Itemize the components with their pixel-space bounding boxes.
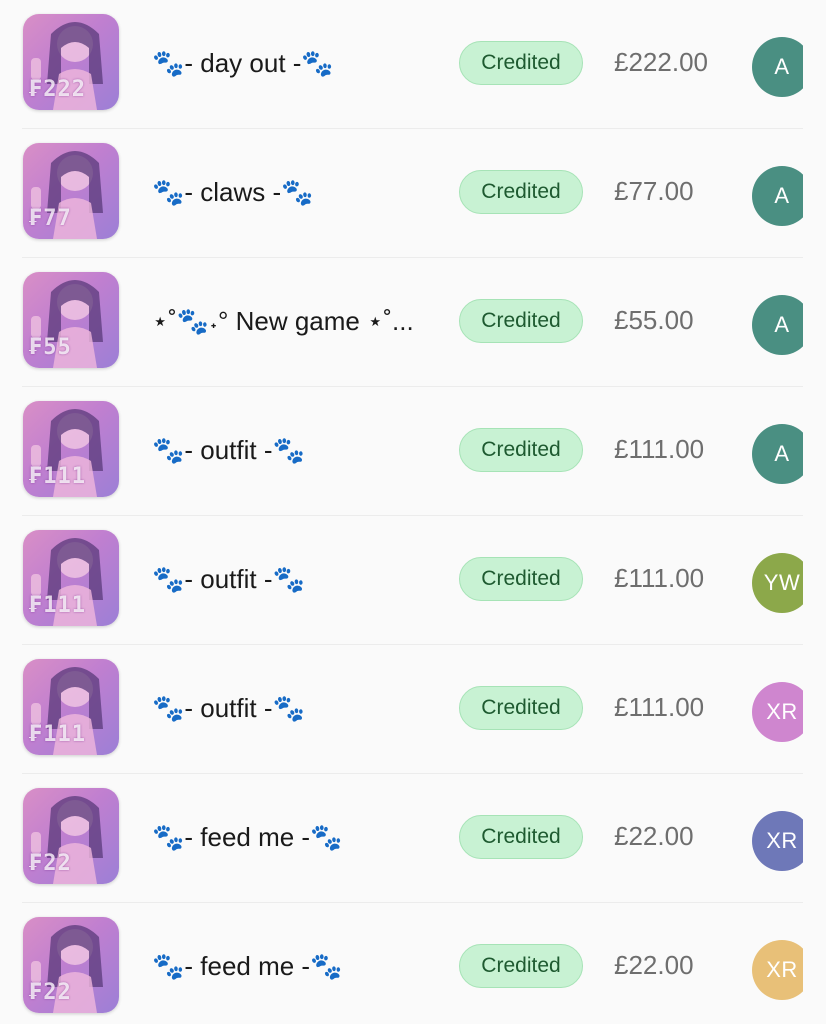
status-badge: Credited — [459, 686, 583, 730]
thumbnail-amount-text: ₣22 — [29, 851, 72, 876]
thumbnail-amount-text: ₣77 — [29, 206, 72, 231]
product-thumbnail: ₣111 — [23, 401, 119, 497]
transaction-row[interactable]: ₣111 🐾- outfit -🐾 Credited £111.00 YW — [0, 516, 803, 645]
product-thumbnail: ₣77 — [23, 143, 119, 239]
transaction-amount: £77.00 — [614, 176, 694, 206]
status-badge: Credited — [459, 170, 583, 214]
status-badge: Credited — [459, 428, 583, 472]
transaction-title: 🐾- outfit -🐾 — [152, 564, 305, 594]
transaction-amount: £111.00 — [614, 692, 705, 722]
product-thumbnail: ₣55 — [23, 272, 119, 368]
status-badge: Credited — [459, 944, 583, 988]
transaction-title: 🐾- feed me -🐾 — [152, 822, 343, 852]
transaction-title: 🐾- outfit -🐾 — [152, 435, 305, 465]
transaction-amount: £22.00 — [614, 950, 694, 980]
transaction-title: 🐾- claws -🐾 — [152, 177, 314, 207]
status-badge: Credited — [459, 41, 583, 85]
transaction-amount: £111.00 — [614, 434, 705, 464]
user-avatar[interactable]: XR — [752, 940, 803, 1000]
user-avatar[interactable]: A — [752, 166, 803, 226]
status-badge: Credited — [459, 557, 583, 601]
transaction-list: ₣222 🐾- day out -🐾 Credited £222.00 A ₣7… — [0, 0, 826, 1024]
transaction-title: ⋆˚🐾˖° New game ⋆˚... — [152, 306, 414, 336]
thumbnail-amount-text: ₣111 — [29, 722, 86, 747]
transaction-amount: £22.00 — [614, 821, 694, 851]
transaction-amount: £222.00 — [614, 47, 708, 77]
thumbnail-amount-text: ₣111 — [29, 593, 86, 618]
user-avatar[interactable]: XR — [752, 682, 803, 742]
transaction-title: 🐾- outfit -🐾 — [152, 693, 305, 723]
transaction-title: 🐾- feed me -🐾 — [152, 951, 343, 981]
transaction-row[interactable]: ₣222 🐾- day out -🐾 Credited £222.00 A — [0, 0, 803, 129]
transaction-row[interactable]: ₣111 🐾- outfit -🐾 Credited £111.00 A — [0, 387, 803, 516]
user-avatar[interactable]: XR — [752, 811, 803, 871]
thumbnail-amount-text: ₣222 — [29, 77, 86, 102]
product-thumbnail: ₣222 — [23, 14, 119, 110]
status-badge: Credited — [459, 299, 583, 343]
thumbnail-amount-text: ₣55 — [29, 335, 72, 360]
transaction-row[interactable]: ₣55 ⋆˚🐾˖° New game ⋆˚... Credited £55.00… — [0, 258, 803, 387]
transaction-list-viewport: ₣222 🐾- day out -🐾 Credited £222.00 A ₣7… — [0, 0, 803, 1024]
transaction-title: 🐾- day out -🐾 — [152, 48, 334, 78]
transaction-row[interactable]: ₣111 🐾- outfit -🐾 Credited £111.00 XR — [0, 645, 803, 774]
user-avatar[interactable]: YW — [752, 553, 803, 613]
transaction-amount: £55.00 — [614, 305, 694, 335]
product-thumbnail: ₣111 — [23, 530, 119, 626]
product-thumbnail: ₣111 — [23, 659, 119, 755]
thumbnail-amount-text: ₣22 — [29, 980, 72, 1005]
transaction-amount: £111.00 — [614, 563, 705, 593]
transaction-row[interactable]: ₣22 🐾- feed me -🐾 Credited £22.00 XR — [0, 774, 803, 903]
user-avatar[interactable]: A — [752, 424, 803, 484]
product-thumbnail: ₣22 — [23, 917, 119, 1013]
thumbnail-amount-text: ₣111 — [29, 464, 86, 489]
transaction-row[interactable]: ₣77 🐾- claws -🐾 Credited £77.00 A — [0, 129, 803, 258]
transaction-row[interactable]: ₣22 🐾- feed me -🐾 Credited £22.00 XR — [0, 903, 803, 1024]
product-thumbnail: ₣22 — [23, 788, 119, 884]
user-avatar[interactable]: A — [752, 37, 803, 97]
status-badge: Credited — [459, 815, 583, 859]
user-avatar[interactable]: A — [752, 295, 803, 355]
